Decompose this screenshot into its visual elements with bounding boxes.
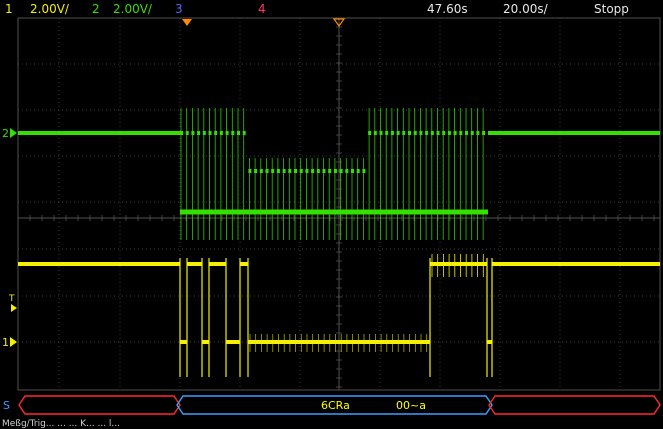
ch2-pulse-level — [470, 131, 474, 135]
ch2-pulse-level — [219, 131, 223, 135]
ch2-pulse-level — [242, 131, 246, 135]
ch2-ground-marker: 2 — [2, 127, 9, 140]
ch1-ground-marker: 1 — [2, 336, 9, 349]
ch2-pulse-level — [197, 131, 201, 135]
ch2-pulse-level — [271, 169, 275, 173]
ch2-pulse-level — [385, 131, 389, 135]
ch2-pulse-level — [379, 131, 383, 135]
ch2-pulse-level — [476, 131, 480, 135]
serial-bus-label: S — [3, 399, 10, 412]
ch2-pulse-level — [390, 131, 394, 135]
ch2-pulse-level — [459, 131, 463, 135]
trigger-position-marker — [182, 19, 192, 26]
ch2-pulse-level — [362, 169, 366, 173]
bus-packet-left: 6CRa — [321, 399, 350, 412]
ch2-pulse-level — [276, 169, 280, 173]
trigger-level-label: T — [8, 294, 15, 304]
ch2-pulse-level — [299, 169, 303, 173]
ch2-pulse-level — [180, 131, 183, 135]
ch2-pulse-level — [442, 131, 446, 135]
ch2-pulse-level — [322, 169, 326, 173]
ch2-pulse-level — [225, 131, 229, 135]
ch2-pulse-level — [237, 131, 240, 135]
ch2-pulse-level — [191, 131, 195, 135]
ch1-ground-arrow — [10, 337, 17, 347]
ch2-pulse-level — [254, 169, 258, 173]
ch2-pulse-level — [259, 169, 263, 173]
ch2-pulse-level — [482, 131, 486, 135]
ch2-pulse-level — [402, 131, 406, 135]
ch2-pulse-level — [345, 169, 349, 173]
oscilloscope-display[interactable]: 2 T 1 S 6CRa 00~a — [0, 0, 663, 427]
bottom-menu-text: Meßg/Trig... ... ... K... ... l... — [2, 419, 121, 429]
ch2-pulse-level — [373, 131, 377, 135]
bus-error-segment-right — [488, 395, 661, 415]
trigger-level-arrow — [11, 304, 17, 312]
ch2-pulse-level — [351, 169, 354, 173]
axis-markers: 2 T 1 — [2, 18, 346, 349]
bus-packet-right: 00~a — [396, 399, 426, 412]
ch2-pulse-level — [311, 169, 315, 173]
ch2-pulse-level — [408, 131, 411, 135]
ch2-pulse-level — [339, 169, 343, 173]
ch2-pulse-level — [214, 131, 218, 135]
ch2-pulse-level — [453, 131, 457, 135]
ch2-pulse-level — [208, 131, 212, 135]
graticule — [17, 17, 661, 391]
ch2-pulse-level — [328, 169, 332, 173]
ch2-pulse-level — [425, 131, 429, 135]
ch2-pulse-level — [202, 131, 206, 135]
ch2-pulse-level — [288, 169, 292, 173]
ch2-pulse-level — [465, 131, 468, 135]
ch2-pulse-level — [265, 169, 269, 173]
ch2-pulse-level — [185, 131, 189, 135]
ch2-pulse-level — [248, 169, 252, 173]
ch2-pulse-level — [294, 169, 297, 173]
bus-error-segment-left — [18, 395, 181, 415]
ch2-pulse-level — [305, 169, 309, 173]
ch2-ground-arrow — [10, 128, 17, 138]
serial-decode-bus[interactable]: S 6CRa 00~a — [3, 395, 661, 415]
ch2-pulse-level — [419, 131, 423, 135]
ch2-pulse-level — [316, 169, 320, 173]
ch2-pulse-level — [282, 169, 286, 173]
ch2-pulse-level — [368, 131, 372, 135]
ch2-pulse-level — [396, 131, 400, 135]
ch2-pulse-level — [231, 131, 235, 135]
ch2-pulse-level — [447, 131, 451, 135]
ch2-pulse-level — [436, 131, 440, 135]
ch2-pulse-level — [356, 169, 360, 173]
ch2-pulse-level — [430, 131, 434, 135]
ch2-pulse-level — [333, 169, 337, 173]
ch2-pulse-level — [413, 131, 417, 135]
